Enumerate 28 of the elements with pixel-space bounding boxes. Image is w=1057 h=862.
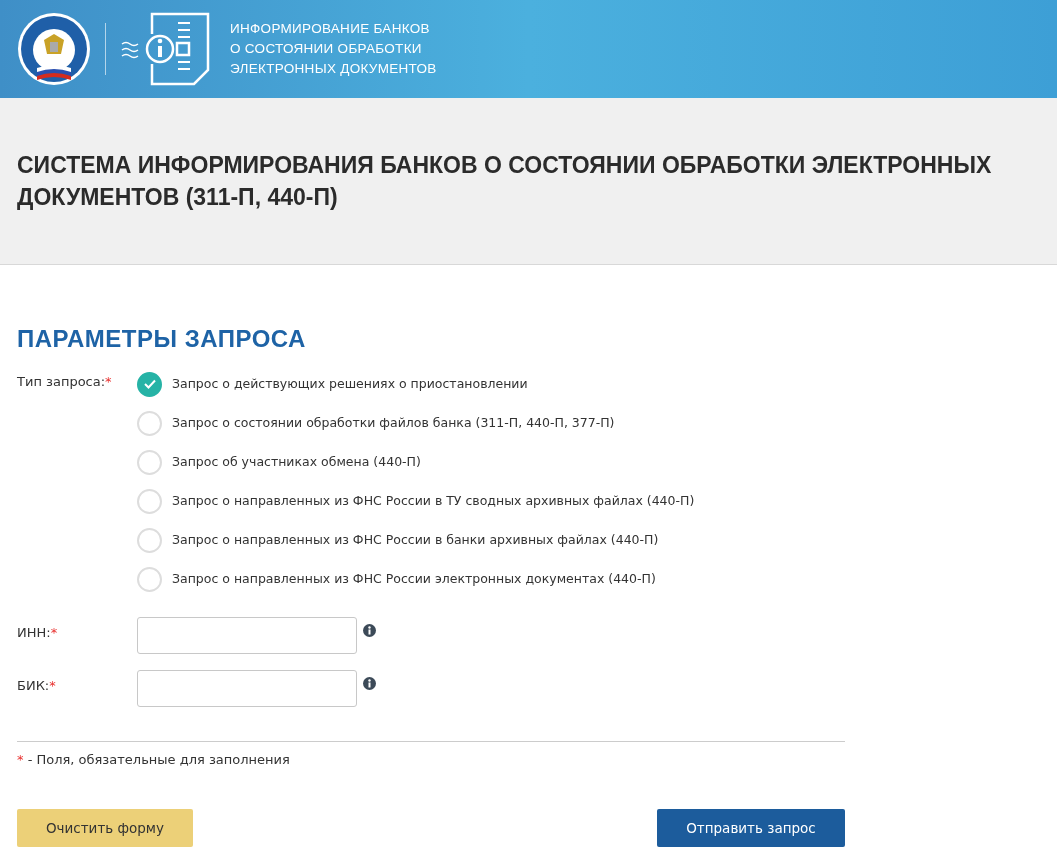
input-field[interactable]: [137, 669, 357, 707]
section-title: ПАРАМЕТРЫ ЗАПРОСА: [17, 325, 307, 354]
radio-button[interactable]: [137, 371, 162, 397]
field-label: БИК:: [17, 677, 50, 693]
check-icon: [143, 379, 156, 390]
service-title-line: ИНФОРМИРОВАНИЕ БАНКОВ: [230, 20, 431, 38]
clear-button[interactable]: Очистить форму: [17, 809, 193, 848]
required-note: * - Поля, обязательные для заполнения: [17, 750, 291, 769]
required-mark: *: [49, 677, 56, 693]
required-mark: *: [105, 373, 112, 389]
page-title: СИСТЕМА ИНФОРМИРОВАНИЯ БАНКОВ О СОСТОЯНИИ ОБРАБОТКИ ЭЛЕКТРОННЫХ ДОКУМЕНТОВ (311-П, 440-П): [17, 151, 993, 212]
required-mark: *: [50, 624, 58, 640]
field-label: Тип запроса:: [17, 373, 106, 389]
submit-button[interactable]: Отправить запрос: [657, 809, 845, 848]
service-title-line: ЭЛЕКТРОННЫХ ДОКУМЕНТОВ: [230, 60, 437, 78]
radio-option[interactable]: Запрос об участниках обмена (440-П): [137, 442, 695, 482]
radio-option[interactable]: Запрос о направленных из ФНС России электронных документах (440-П): [137, 559, 695, 599]
radio-option[interactable]: Запрос о состоянии обработки файлов банка (311-П, 440-П, 377-П): [137, 403, 695, 443]
radio-option[interactable]: Запрос о направленных из ФНС России в банки архивных файлах (440-П): [137, 520, 695, 560]
info-icon[interactable]: [363, 623, 376, 637]
radio-option[interactable]: Запрос о действующих решениях о приостановлении: [137, 364, 695, 404]
input-field[interactable]: [137, 616, 357, 654]
required-mark: *: [17, 751, 24, 767]
info-icon[interactable]: [363, 676, 376, 690]
document-info-icon: [120, 10, 212, 88]
radio-option[interactable]: Запрос о направленных из ФНС России в ТУ сводных архивных файлах (440-П): [137, 481, 695, 521]
service-title-line: О СОСТОЯНИИ ОБРАБОТКИ: [230, 40, 423, 58]
field-label: ИНН:: [17, 624, 51, 640]
